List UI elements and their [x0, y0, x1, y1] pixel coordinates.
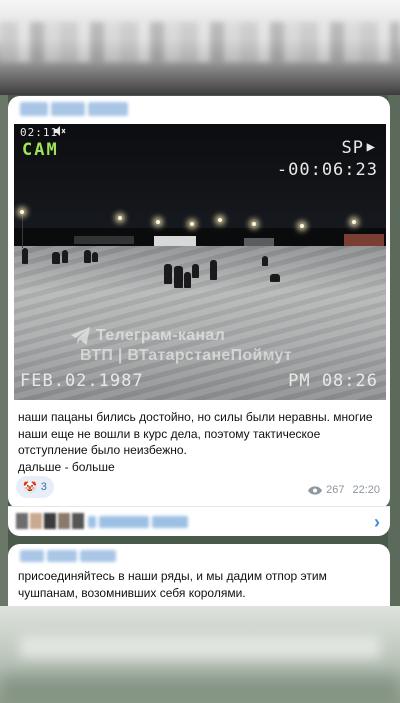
comments-bar[interactable]: ›: [8, 506, 390, 536]
channel-name-blurred[interactable]: [20, 550, 116, 562]
video-clock: 02:11: [20, 126, 59, 139]
message-line: отступление было неизбежно.: [18, 443, 187, 457]
commenter-avatars-blurred: [16, 513, 84, 529]
tape-counter: -00:06:23: [276, 160, 378, 180]
views-count: 267: [326, 484, 345, 496]
message-line: наши еще не вошли в курс дела, поэтому т…: [18, 426, 321, 441]
telegram-icon: [71, 326, 91, 346]
person: [92, 252, 98, 262]
blurred-header-content: [0, 22, 400, 62]
recording-mode: SP: [341, 138, 364, 158]
street-lamp: [300, 224, 304, 228]
message-line: наши пацаны бились достойно, но силы был…: [18, 410, 373, 424]
person: [62, 250, 68, 263]
watermark-line2: ВТП | ВТатарстанеПоймут: [80, 347, 293, 364]
street-lamp: [218, 218, 222, 222]
chevron-right-icon[interactable]: ›: [374, 512, 380, 533]
next-message-card: присоединяйтесь в наши ряды, и мы дадим …: [8, 544, 390, 608]
person: [174, 266, 183, 288]
watermark-line1: Телеграм-канал: [96, 327, 226, 344]
street-lamp: [20, 210, 24, 214]
mute-icon[interactable]: [54, 126, 66, 139]
person: [192, 264, 199, 278]
blurred-background-top: [0, 0, 400, 95]
message-time: 22:20: [352, 484, 380, 496]
video-time: PM 08:26: [288, 371, 378, 391]
person: [164, 264, 172, 284]
street-lamp: [352, 220, 356, 224]
person: [262, 256, 268, 266]
street-lamp: [190, 222, 194, 226]
street-lamp: [252, 222, 256, 226]
message-card: 02:11 CAM SP ▶ -00:06:23 Телеграм-канал …: [8, 96, 390, 509]
message-text: наши пацаны бились достойно, но силы был…: [18, 409, 382, 475]
person: [22, 248, 28, 264]
person: [52, 252, 60, 264]
person: [84, 250, 91, 263]
reaction-count: 3: [40, 481, 47, 493]
message-line: присоединяйтесь в наши ряды, и мы дадим …: [18, 569, 327, 583]
street-lamp: [156, 220, 160, 224]
street-lamp: [118, 216, 122, 220]
next-message-text: присоединяйтесь в наши ряды, и мы дадим …: [18, 568, 382, 601]
person: [184, 272, 191, 288]
video-date: FEB.02.1987: [20, 371, 144, 391]
comments-label-blurred: [88, 516, 188, 528]
message-line: чушпанам, возомнивших себя королями.: [18, 585, 246, 600]
cam-label: CAM: [22, 140, 59, 160]
message-line: дальше - больше: [18, 459, 115, 474]
views-eye-icon: [308, 485, 323, 495]
night-sky: [14, 124, 386, 242]
blurred-background-bottom: [0, 606, 400, 703]
play-indicator-icon: ▶: [366, 139, 376, 155]
message-meta: 267 22:20: [308, 484, 380, 496]
person: [210, 260, 217, 280]
clown-emoji-icon: 🤡: [23, 481, 37, 494]
person: [270, 274, 280, 282]
channel-name-blurred[interactable]: [20, 102, 130, 118]
background-left-edge: [0, 95, 8, 615]
reaction-chip[interactable]: 🤡 3: [16, 476, 54, 498]
video-thumbnail[interactable]: 02:11 CAM SP ▶ -00:06:23 Телеграм-канал …: [14, 124, 386, 400]
channel-watermark: Телеграм-канал ВТП | ВТатарстанеПоймут: [70, 326, 386, 366]
